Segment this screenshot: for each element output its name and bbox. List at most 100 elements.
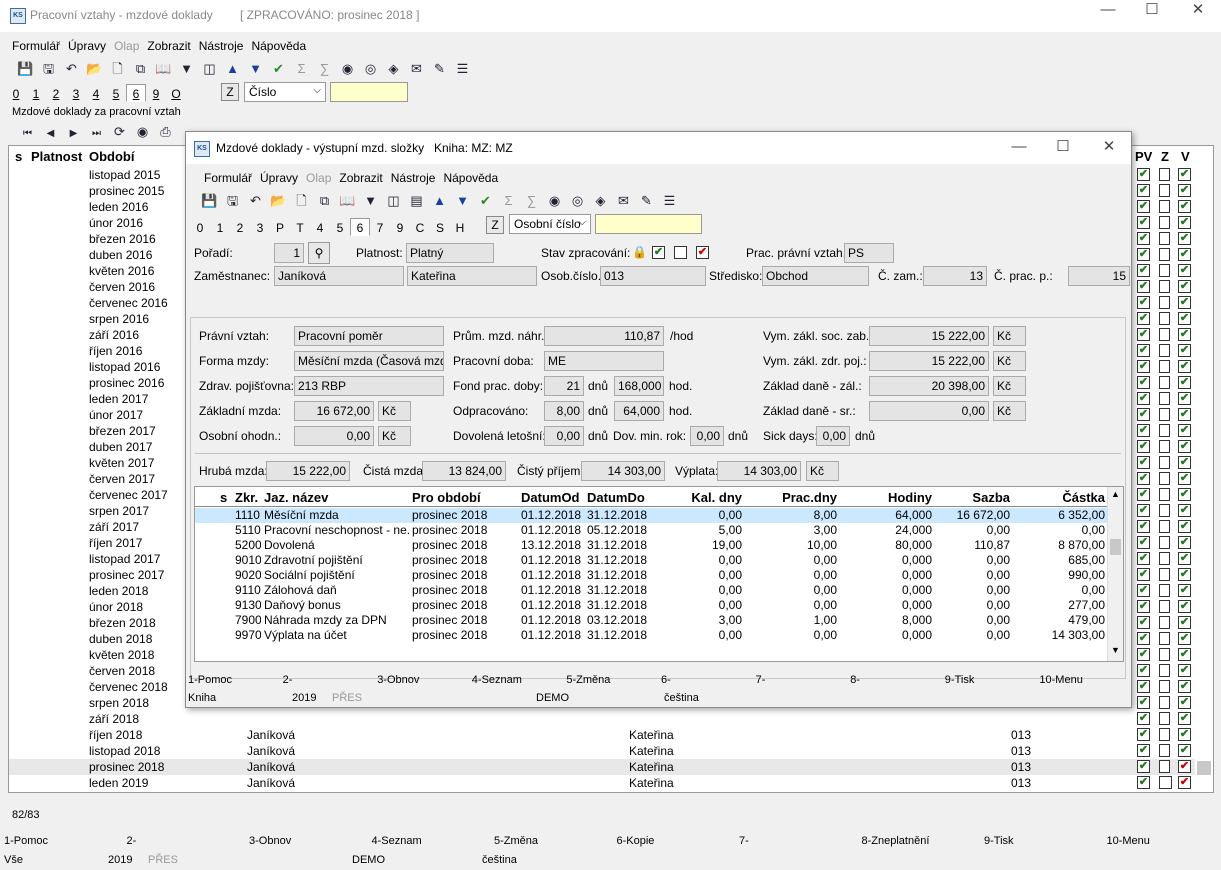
v-checkbox[interactable]: ✔ [1178,616,1191,629]
v-checkbox[interactable]: ✔ [1178,648,1191,661]
binoculars-icon[interactable]: ◉ [131,121,154,143]
dialog-fkey-8[interactable]: 8- [850,671,860,689]
fkey-8[interactable]: 8-Zneplatnění [862,832,930,850]
v-checkbox[interactable]: ✔ [1178,424,1191,437]
pv-checkbox[interactable]: ✔ [1137,376,1150,389]
stredisko-field[interactable]: Obchod [762,266,869,286]
find-next-icon[interactable]: ◎ [566,190,589,212]
pv-checkbox[interactable]: ✔ [1137,264,1150,277]
open-folder-icon[interactable]: 📂 [267,190,290,212]
find-replace-icon[interactable]: ◈ [589,190,612,212]
dialog-tab-6[interactable]: 6 [350,218,370,236]
v-checkbox[interactable]: ✔ [1178,536,1191,549]
refresh-icon[interactable]: ⟳ [108,121,131,143]
dialog-minimize-button[interactable]: — [1004,137,1034,157]
list-item[interactable]: říjen 2018 Janíková Kateřina 013 ✔ ✔ [9,727,1195,743]
dialog-menu-item-2[interactable]: Olap [302,168,335,188]
z-checkbox[interactable] [1159,584,1170,597]
fkey-10[interactable]: 10-Menu [1107,832,1150,850]
v-checkbox[interactable]: ✔ [1178,280,1191,293]
z-checkbox[interactable] [1159,472,1170,485]
v-checkbox[interactable]: ✔ [1178,728,1191,741]
z-checkbox[interactable] [1159,488,1170,501]
menu-icon[interactable]: ☰ [658,190,681,212]
next-record-icon[interactable]: ▶ [62,123,85,145]
vym-zdr-field[interactable]: 15 222,00 [869,351,989,371]
col-pv[interactable]: PV [1135,149,1152,164]
open-folder-icon[interactable]: 📂 [83,58,106,80]
dialog-fkey-4[interactable]: 4-Seznam [472,671,522,689]
sum-filter-icon[interactable]: ∑ [520,190,543,212]
pv-checkbox[interactable]: ✔ [1137,232,1150,245]
sum-icon[interactable]: Σ [497,190,520,212]
minimize-button[interactable]: — [1093,0,1123,20]
z-checkbox[interactable] [1159,456,1170,469]
v-checkbox[interactable]: ✔ [1178,744,1191,757]
pv-checkbox[interactable]: ✔ [1137,280,1150,293]
last-record-icon[interactable]: ⏭ [85,123,108,145]
dialog-tab-5[interactable]: 5 [330,218,350,236]
prev-record-icon[interactable]: ◀ [39,123,62,145]
z-checkbox[interactable] [1159,440,1170,453]
scroll-down-icon[interactable]: ▼ [1111,645,1120,655]
odprac-dny-field[interactable]: 8,00 [544,401,584,421]
sick-field[interactable]: 0,00 [816,426,850,446]
pv-checkbox[interactable]: ✔ [1137,664,1150,677]
v-checkbox[interactable]: ✔ [1178,696,1191,709]
z-checkbox[interactable] [1159,424,1170,437]
dialog-tab-3[interactable]: 3 [250,218,270,236]
menu-item-2[interactable]: Olap [110,36,143,56]
odprac-hod-field[interactable]: 64,000 [614,401,664,421]
tab-6[interactable]: 6 [126,84,146,102]
tab-2[interactable]: 2 [46,84,66,102]
surname-field[interactable]: Janíková [274,266,404,286]
v-checkbox[interactable]: ✔ [1178,632,1191,645]
v-checkbox[interactable]: ✔ [1178,296,1191,309]
copy-icon[interactable]: ⧉ [313,190,336,212]
sort-select[interactable]: Číslo ⌵ [244,82,326,102]
undo-icon[interactable]: ↶ [244,190,267,212]
undo-icon[interactable]: ↶ [60,58,83,80]
prijem-field[interactable]: 14 303,00 [581,461,665,481]
arrow-up-icon[interactable]: ▲ [221,58,244,80]
pv-checkbox[interactable]: ✔ [1137,584,1150,597]
pv-checkbox[interactable]: ✔ [1137,552,1150,565]
th-7[interactable]: Prac.dny [745,490,837,505]
col-platnost[interactable]: Platnost [31,149,82,164]
v-checkbox[interactable]: ✔ [1178,472,1191,485]
pv-checkbox[interactable]: ✔ [1137,392,1150,405]
dovol-field[interactable]: 0,00 [544,426,584,446]
pv-checkbox[interactable]: ✔ [1137,536,1150,549]
scroll-up-icon[interactable]: ▲ [1111,489,1120,499]
new-document-icon[interactable]: 🗋 [106,58,129,80]
maximize-button[interactable]: ☐ [1137,0,1167,20]
z-checkbox[interactable] [1159,248,1170,261]
v-checkbox[interactable]: ✔ [1178,520,1191,533]
osob-field[interactable]: 013 [600,266,706,286]
v-checkbox[interactable]: ✔ [1178,760,1191,773]
v-checkbox[interactable]: ✔ [1178,216,1191,229]
v-checkbox[interactable]: ✔ [1178,440,1191,453]
fkey-6[interactable]: 6-Kopie [617,832,655,850]
tab-O[interactable]: O [166,84,186,102]
filter-document-icon[interactable]: ◫ [382,190,405,212]
dovmin-field[interactable]: 0,00 [690,426,724,446]
list-item[interactable]: leden 2019 Janíková Kateřina 013 ✔ ✔ [9,775,1195,791]
notepad-icon[interactable]: ✎ [428,58,451,80]
v-checkbox[interactable]: ✔ [1178,344,1191,357]
z-checkbox[interactable] [1159,296,1170,309]
fkey-1[interactable]: 1-Pomoc [4,832,48,850]
pv-checkbox[interactable]: ✔ [1137,440,1150,453]
v-checkbox[interactable]: ✔ [1178,504,1191,517]
dialog-tab-T[interactable]: T [290,218,310,236]
dialog-fkey-9[interactable]: 9-Tisk [945,671,975,689]
pv-checkbox[interactable]: ✔ [1137,424,1150,437]
check-mark-icon[interactable]: ✔ [267,58,290,80]
hruba-field[interactable]: 15 222,00 [266,461,350,481]
copy-icon[interactable]: ⧉ [129,58,152,80]
book-icon[interactable]: 📖 [336,190,359,212]
fond-hod-field[interactable]: 168,000 [614,376,664,396]
new-document-icon[interactable]: 🗋 [290,190,313,212]
z-checkbox[interactable] [1159,696,1170,709]
v-checkbox[interactable]: ✔ [1178,328,1191,341]
